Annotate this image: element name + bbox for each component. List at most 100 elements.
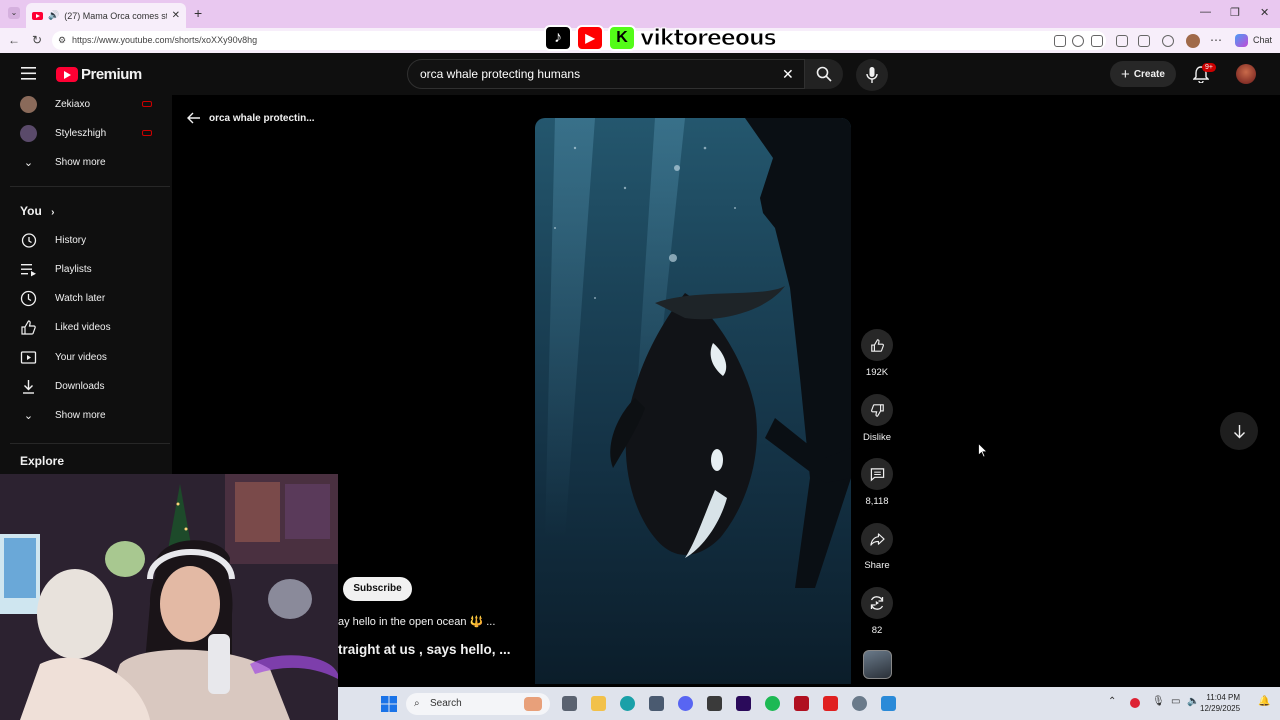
shorts-video-player[interactable] (535, 118, 851, 684)
history-icon[interactable] (1162, 35, 1174, 47)
menu-icon[interactable] (21, 67, 36, 80)
favorite-star-icon[interactable] (1091, 35, 1103, 47)
more-menu-icon[interactable]: ⋯ (1210, 33, 1222, 47)
taskbar-search-placeholder: Search (430, 698, 462, 709)
file-explorer-icon[interactable] (591, 696, 606, 711)
read-aloud-icon[interactable] (1054, 35, 1066, 47)
microphone-tray-icon[interactable]: 🎙 (1152, 696, 1165, 707)
chevron-down-icon: ⌄ (23, 409, 34, 422)
profile-avatar[interactable] (1186, 34, 1200, 48)
settings-gear-icon[interactable] (852, 696, 867, 711)
sidebar-item-label: History (55, 234, 87, 246)
speaker-icon[interactable]: 🔊 (48, 10, 59, 21)
search-button[interactable] (805, 59, 843, 89)
plus-icon: + (1121, 65, 1130, 83)
photos-app-icon[interactable] (881, 696, 896, 711)
system-clock[interactable]: 11:04 PM 12/29/2025 (1200, 692, 1240, 714)
share-icon (869, 532, 885, 546)
video-description[interactable]: ay hello in the open ocean 🔱 ... (338, 615, 495, 628)
next-short-button[interactable] (1220, 412, 1258, 450)
subscription-item[interactable]: Styleszhigh (0, 119, 172, 147)
logo-text: Premium (81, 66, 142, 83)
live-indicator-icon (142, 130, 152, 136)
show-more-button[interactable]: ⌄ Show more (0, 401, 172, 429)
close-tab-icon[interactable]: ✕ (172, 10, 180, 21)
thumbs-down-icon (870, 403, 884, 417)
favorites-icon[interactable] (1138, 35, 1150, 47)
spotify-icon[interactable] (765, 696, 780, 711)
you-section-heading[interactable]: You › (20, 204, 54, 218)
youtube-logo[interactable]: Premium (56, 66, 142, 83)
back-button[interactable]: ← (8, 33, 20, 47)
windows-start-icon[interactable] (381, 696, 397, 712)
microphone-icon (866, 67, 878, 83)
sidebar-item-label: Watch later (55, 292, 106, 304)
audio-track-thumbnail[interactable] (863, 650, 892, 679)
account-avatar[interactable] (1236, 64, 1256, 84)
sidebar-item-liked-videos[interactable]: Liked videos (0, 313, 172, 341)
dislike-button[interactable] (861, 394, 893, 426)
tray-app-icon[interactable] (1130, 698, 1140, 708)
mouse-cursor-icon (978, 443, 988, 458)
comment-icon (870, 467, 884, 481)
show-more-button[interactable]: ⌄ Show more (0, 148, 172, 176)
sidebar-item-playlists[interactable]: Playlists (0, 255, 172, 283)
maximize-button[interactable]: ❐ (1230, 6, 1240, 19)
share-button[interactable] (861, 523, 893, 555)
sidebar-item-your-videos[interactable]: Your videos (0, 343, 172, 371)
copilot-icon[interactable] (1235, 34, 1248, 47)
discord-icon[interactable] (678, 696, 693, 711)
taskbar-search-input[interactable]: ⌕ Search (406, 693, 550, 715)
comments-button[interactable] (861, 458, 893, 490)
volume-icon[interactable]: 🔈 (1187, 696, 1199, 707)
create-button[interactable]: + Create (1110, 61, 1176, 87)
divider (10, 443, 170, 444)
like-button[interactable] (861, 329, 893, 361)
youtube-logo-icon (56, 67, 78, 82)
extensions-icon[interactable] (1116, 35, 1128, 47)
search-input[interactable]: orca whale protecting humans ✕ (407, 59, 805, 89)
remix-button[interactable] (861, 587, 893, 619)
dislike-label: Dislike (863, 432, 891, 443)
new-tab-button[interactable]: + (194, 5, 202, 21)
youtube-favicon-icon (32, 11, 43, 20)
premiere-pro-icon[interactable] (736, 696, 751, 711)
subscribe-button[interactable]: Subscribe (343, 577, 412, 601)
sidebar-item-downloads[interactable]: Downloads (0, 372, 172, 400)
tab-actions-icon[interactable]: ⌄ (8, 7, 20, 19)
sidebar-item-label: Liked videos (55, 321, 111, 333)
show-hidden-icons-chevron-icon[interactable]: ⌃ (1108, 696, 1116, 707)
refresh-button[interactable]: ↻ (32, 33, 42, 47)
minimize-button[interactable]: — (1200, 6, 1211, 18)
url-text: https://www.youtube.com/shorts/xoXXy90v8… (72, 35, 258, 45)
voice-search-button[interactable] (856, 59, 888, 91)
streaming-app-icon[interactable] (794, 696, 809, 711)
back-to-results-link[interactable]: orca whale protectin... (187, 112, 315, 124)
site-info-icon[interactable]: ⚙ (58, 31, 66, 50)
browser-tab[interactable]: 🔊 (27) Mama Orca comes straight at us ✕ (26, 3, 186, 28)
subscription-item[interactable]: Zekiaxo (0, 90, 172, 118)
zoom-icon[interactable] (1072, 35, 1084, 47)
flash-app-icon[interactable] (823, 696, 838, 711)
like-count: 192K (865, 367, 889, 378)
store-icon[interactable] (649, 696, 664, 711)
video-title[interactable]: traight at us , says hello, ... (338, 642, 511, 657)
notification-center-icon[interactable]: 🔔 (1258, 696, 1270, 707)
youtube-header: Premium orca whale protecting humans ✕ +… (0, 53, 1280, 95)
network-icon[interactable]: ▭ (1171, 696, 1180, 707)
channel-name: Zekiaxo (55, 98, 91, 110)
chat-label[interactable]: Chat (1253, 35, 1272, 45)
edge-browser-icon[interactable] (620, 696, 635, 711)
webcam-image (0, 474, 338, 720)
clear-search-icon[interactable]: ✕ (782, 60, 794, 88)
sidebar-item-label: Your videos (55, 351, 107, 363)
windows-taskbar: ⌕ Search ⌃ 🎙 ▭ 🔈 11:04 PM 12/29/2025 🔔 (338, 687, 1280, 720)
video-frame-orca (545, 118, 851, 588)
clock-time: 11:04 PM (1206, 693, 1241, 702)
capcut-icon[interactable] (707, 696, 722, 711)
task-view-icon[interactable] (562, 696, 577, 711)
close-window-button[interactable]: ✕ (1260, 6, 1269, 19)
sidebar-item-watch-later[interactable]: Watch later (0, 284, 172, 312)
tiktok-icon: ♪ (544, 25, 572, 51)
sidebar-item-history[interactable]: History (0, 226, 172, 254)
